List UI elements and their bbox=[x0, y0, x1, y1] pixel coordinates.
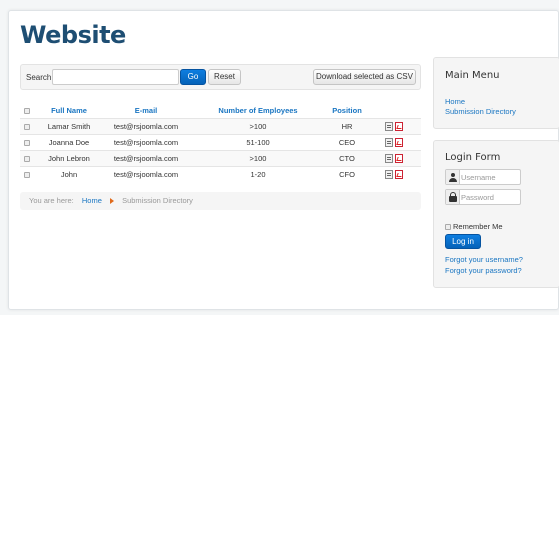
menu-item-submission-directory[interactable]: Submission Directory bbox=[445, 107, 516, 116]
cell-actions bbox=[366, 133, 421, 150]
breadcrumb: You are here: Home Submission Directory bbox=[20, 192, 421, 210]
select-all-checkbox[interactable] bbox=[24, 108, 30, 115]
password-field-group bbox=[445, 189, 521, 205]
cell-full-name: John Lebron bbox=[34, 149, 104, 166]
table-header-row: Full Name E-mail Number of Employees Pos… bbox=[20, 104, 421, 118]
login-form-title: Login Form bbox=[445, 152, 501, 163]
row-checkbox[interactable] bbox=[24, 155, 30, 162]
pdf-icon[interactable] bbox=[394, 137, 403, 147]
main-menu-title: Main Menu bbox=[445, 70, 500, 81]
breadcrumb-home-link[interactable]: Home bbox=[82, 196, 102, 205]
remember-me-row: Remember Me bbox=[445, 222, 503, 231]
cell-employees: >100 bbox=[188, 117, 328, 134]
page-container: Website Search Go Reset Download selecte… bbox=[8, 10, 559, 310]
cell-full-name: Joanna Doe bbox=[34, 133, 104, 150]
cell-position: HR bbox=[328, 117, 366, 134]
site-title: Website bbox=[20, 21, 126, 49]
search-label: Search bbox=[26, 73, 52, 82]
edit-icon[interactable] bbox=[384, 170, 393, 179]
cell-employees: 51-100 bbox=[188, 133, 328, 150]
column-header-full-name[interactable]: Full Name bbox=[34, 104, 104, 118]
login-button[interactable]: Log in bbox=[445, 234, 481, 249]
breadcrumb-current: Submission Directory bbox=[122, 196, 193, 205]
breadcrumb-prefix: You are here: bbox=[29, 196, 74, 205]
pdf-icon[interactable] bbox=[394, 121, 403, 131]
table-row: Joanna Doe test@rsjoomla.com 51-100 CEO bbox=[20, 133, 421, 150]
table-row: Lamar Smith test@rsjoomla.com >100 HR bbox=[20, 117, 421, 134]
remember-me-label: Remember Me bbox=[453, 222, 503, 231]
cell-email: test@rsjoomla.com bbox=[104, 165, 188, 182]
table-row: John test@rsjoomla.com 1-20 CFO bbox=[20, 165, 421, 182]
cell-email: test@rsjoomla.com bbox=[104, 133, 188, 150]
row-checkbox[interactable] bbox=[24, 171, 30, 178]
column-header-employees[interactable]: Number of Employees bbox=[188, 104, 328, 118]
column-header-position[interactable]: Position bbox=[328, 104, 366, 118]
cell-actions bbox=[366, 117, 421, 134]
page-background bbox=[0, 315, 559, 559]
cell-actions bbox=[366, 149, 421, 166]
cell-employees: >100 bbox=[188, 149, 328, 166]
pdf-icon[interactable] bbox=[394, 153, 403, 163]
cell-employees: 1-20 bbox=[188, 165, 328, 182]
login-form-module: Login Form Remember Me Log in Forgot you… bbox=[433, 140, 559, 288]
cell-position: CFO bbox=[328, 165, 366, 182]
submission-table: Full Name E-mail Number of Employees Pos… bbox=[20, 104, 421, 182]
cell-full-name: Lamar Smith bbox=[34, 117, 104, 134]
cell-email: test@rsjoomla.com bbox=[104, 149, 188, 166]
edit-icon[interactable] bbox=[384, 153, 393, 163]
search-input[interactable] bbox=[52, 69, 179, 85]
reset-button[interactable]: Reset bbox=[208, 69, 241, 85]
breadcrumb-separator-icon bbox=[109, 198, 114, 205]
go-button[interactable]: Go bbox=[180, 69, 206, 85]
cell-email: test@rsjoomla.com bbox=[104, 117, 188, 134]
cell-full-name: John bbox=[34, 165, 104, 182]
username-field-group bbox=[445, 169, 521, 185]
edit-icon[interactable] bbox=[384, 121, 393, 131]
cell-actions bbox=[366, 165, 421, 182]
edit-icon[interactable] bbox=[384, 137, 393, 147]
search-toolbar: Search Go Reset Download selected as CSV bbox=[20, 64, 421, 90]
forgot-username-link[interactable]: Forgot your username? bbox=[445, 255, 523, 264]
actions-header bbox=[366, 104, 421, 118]
remember-me-checkbox[interactable] bbox=[445, 224, 451, 231]
cell-position: CTO bbox=[328, 149, 366, 166]
table-row: John Lebron test@rsjoomla.com >100 CTO bbox=[20, 149, 421, 166]
username-input[interactable] bbox=[461, 171, 519, 183]
row-checkbox[interactable] bbox=[24, 123, 30, 130]
forgot-password-link[interactable]: Forgot your password? bbox=[445, 266, 522, 275]
lock-icon bbox=[446, 190, 460, 204]
main-menu-module: Main Menu Home Submission Directory bbox=[433, 57, 559, 129]
cell-position: CEO bbox=[328, 133, 366, 150]
download-csv-button[interactable]: Download selected as CSV bbox=[313, 69, 416, 85]
menu-item-home[interactable]: Home bbox=[445, 97, 465, 106]
password-input[interactable] bbox=[461, 191, 519, 203]
column-header-email[interactable]: E-mail bbox=[104, 104, 188, 118]
row-checkbox[interactable] bbox=[24, 139, 30, 146]
select-all-cell bbox=[20, 104, 34, 118]
user-icon bbox=[446, 170, 460, 184]
pdf-icon[interactable] bbox=[394, 170, 403, 179]
